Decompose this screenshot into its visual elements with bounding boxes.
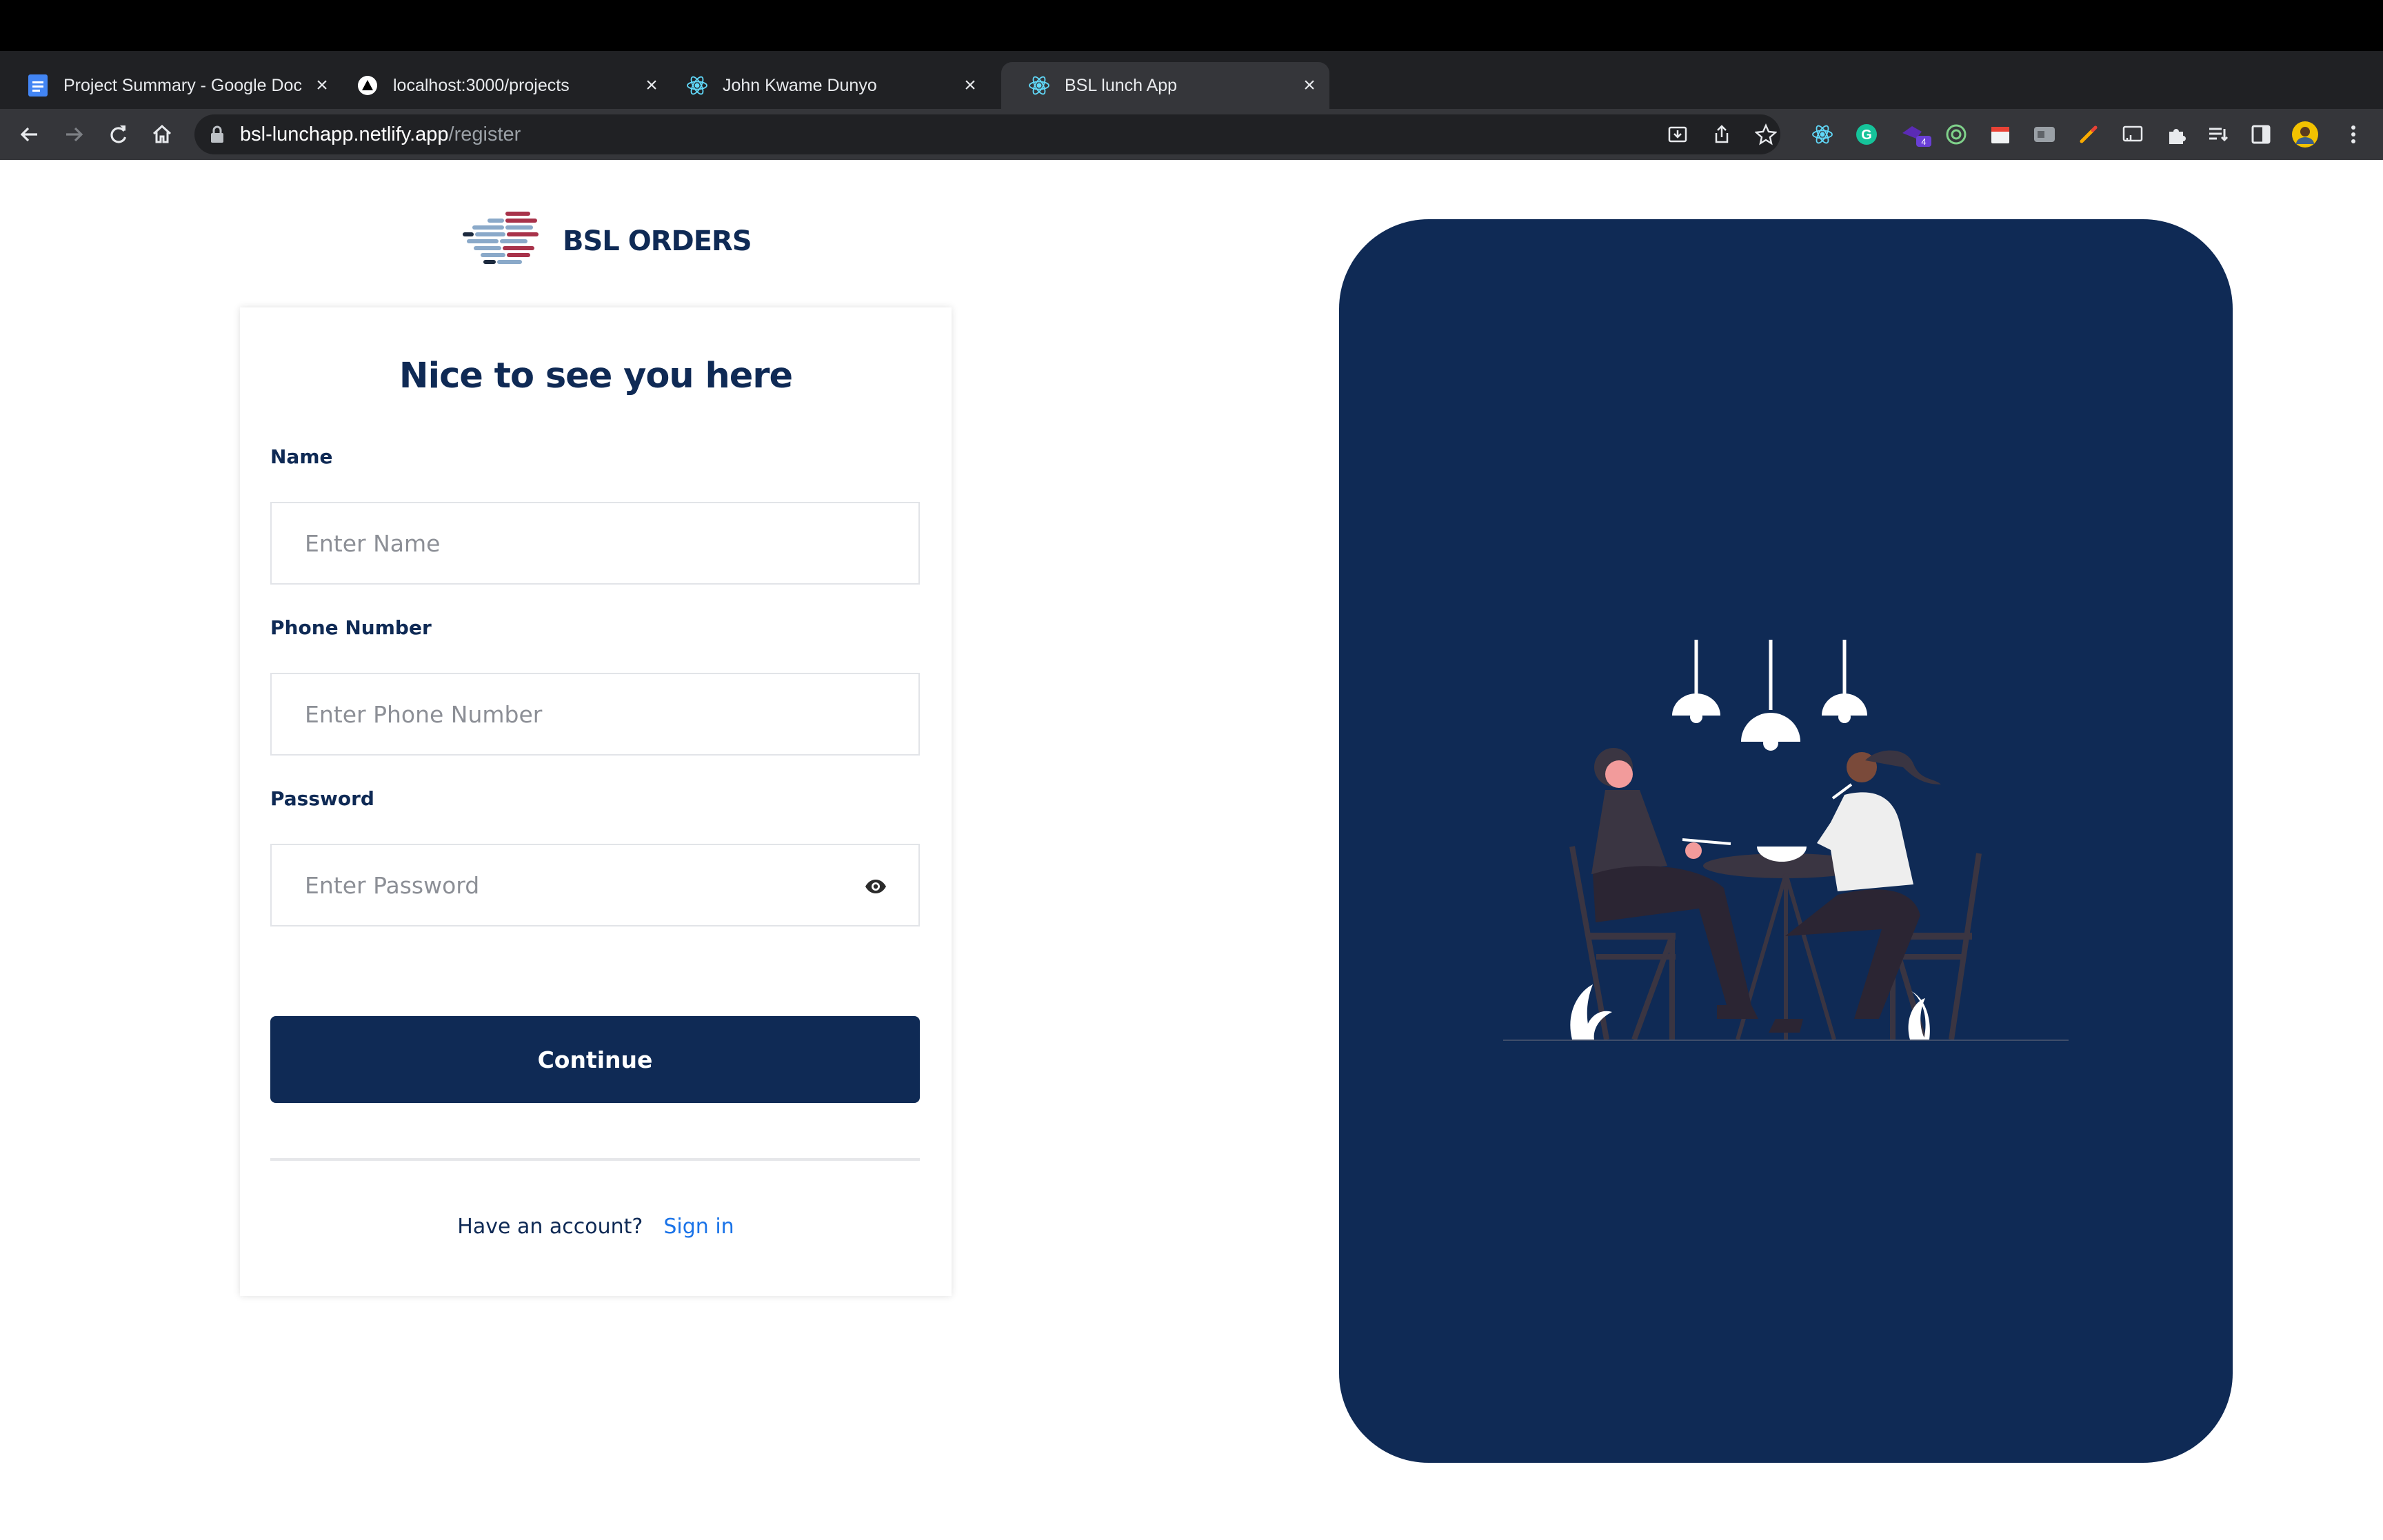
tab-title: John Kwame Dunyo [723,75,877,95]
name-label: Name [270,445,333,468]
react-devtools-icon[interactable] [1808,120,1837,149]
id-card-extension-icon[interactable] [2030,120,2059,149]
phone-field [270,673,920,756]
bookmark-star-icon[interactable] [1751,120,1780,149]
url-text: bsl-lunchapp.netlify.app/register [240,123,521,146]
react-icon [1027,74,1051,97]
tab-strip: Project Summary - Google Doc × localhost… [0,51,2383,149]
react-icon [685,74,709,97]
extensions-puzzle-icon[interactable] [2162,120,2191,149]
close-tab-icon[interactable]: × [1298,74,1321,97]
forward-arrow-icon[interactable] [58,119,90,150]
triangle-icon [356,74,379,97]
url-path: /register [448,123,521,145]
browser-toolbar: bsl-lunchapp.netlify.app/register G 4 [0,109,2383,160]
window-top-bar [0,0,2383,51]
target-extension-icon[interactable] [1942,120,1971,149]
illustration-panel [1339,219,2233,1463]
password-field [270,844,920,926]
calendar-extension-icon[interactable] [1986,120,2015,149]
profile-avatar[interactable] [2291,120,2320,149]
tab-project-summary[interactable]: Project Summary - Google Doc × [0,62,342,109]
grammarly-icon[interactable]: G [1852,120,1881,149]
divider [270,1158,920,1161]
password-input[interactable] [272,845,918,925]
tab-bsl-lunch-app[interactable]: BSL lunch App × [1001,62,1329,109]
google-docs-icon [26,74,50,97]
tab-title: BSL lunch App [1065,75,1178,95]
dining-couple-illustration [1503,640,2069,1041]
svg-text:G: G [1861,128,1872,143]
close-tab-icon[interactable]: × [958,74,982,97]
tab-title: localhost:3000/projects [393,75,570,95]
lock-icon[interactable] [210,125,225,147]
url-host: bsl-lunchapp.netlify.app [240,123,449,145]
continue-button[interactable]: Continue [270,1016,920,1103]
install-app-icon[interactable] [1663,120,1692,149]
home-icon[interactable] [146,119,178,150]
password-label: Password [270,787,374,810]
signin-prompt-row: Have an account? Sign in [240,1215,952,1239]
name-input[interactable] [272,503,918,583]
reading-list-icon[interactable] [2204,120,2233,149]
tab-john-kwame-dunyo[interactable]: John Kwame Dunyo × [659,62,990,109]
name-field [270,502,920,585]
phone-input[interactable] [272,674,918,754]
phone-label: Phone Number [270,616,432,639]
tab-title: Project Summary - Google Doc [63,75,302,95]
logo-mark-icon [463,212,539,264]
sign-in-link[interactable]: Sign in [663,1215,734,1239]
tab-localhost-projects[interactable]: localhost:3000/projects × [330,62,672,109]
browser-menu-icon[interactable] [2339,120,2368,149]
share-icon[interactable] [1707,120,1736,149]
side-panel-icon[interactable] [2246,120,2275,149]
brand-logo: BSL ORDERS [462,207,752,276]
have-account-text: Have an account? [457,1215,643,1239]
show-password-eye-icon[interactable] [863,874,888,899]
reload-icon[interactable] [102,119,134,150]
back-arrow-icon[interactable] [14,119,46,150]
extension-with-badge-icon[interactable]: 4 [1898,120,1939,149]
register-card: Nice to see you here Name Phone Number P… [240,307,952,1296]
logo-text: BSL ORDERS [563,225,752,257]
cast-icon[interactable] [2118,120,2147,149]
address-bar[interactable]: bsl-lunchapp.netlify.app/register [194,114,1780,154]
extension-badge-count: 4 [1921,136,1926,147]
color-picker-icon[interactable] [2074,120,2103,149]
page-title: Nice to see you here [399,356,793,396]
